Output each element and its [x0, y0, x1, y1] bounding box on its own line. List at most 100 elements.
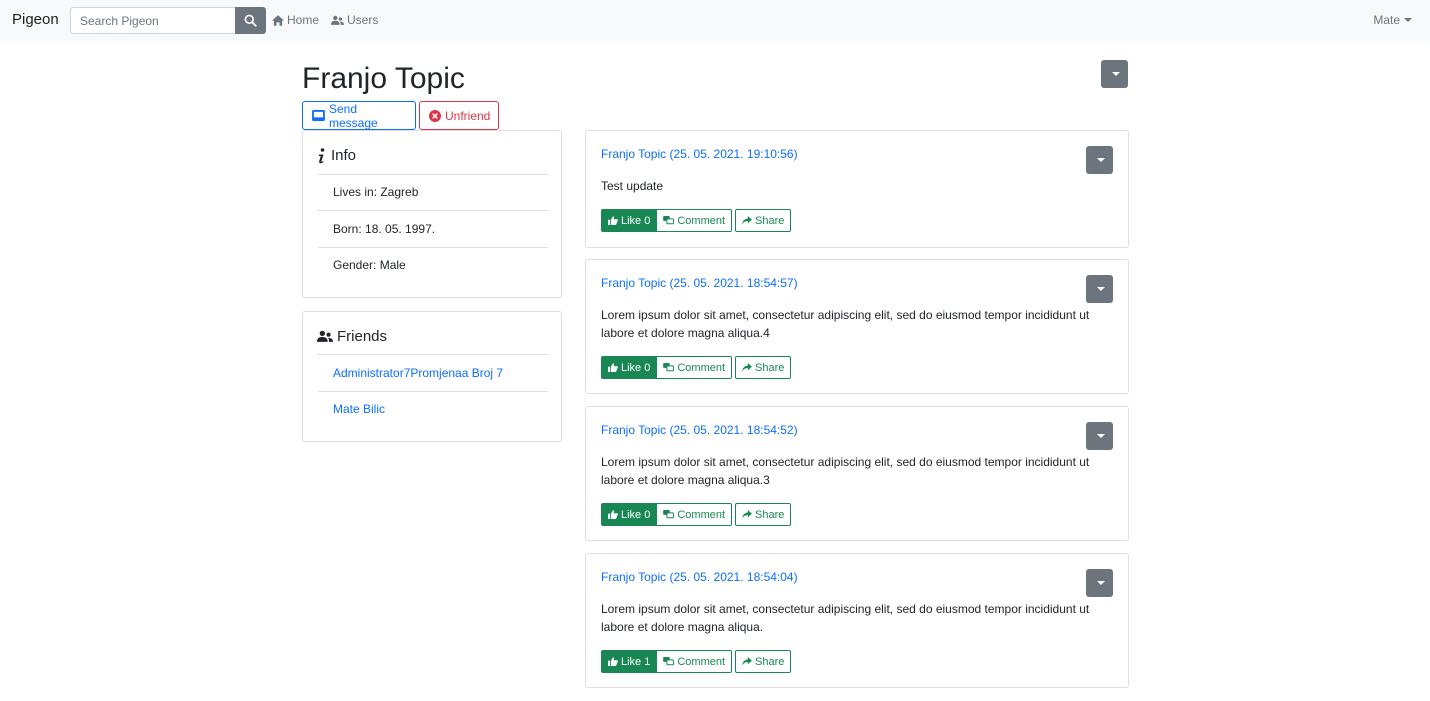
post-actions: Like 1 Comment Share	[601, 650, 792, 673]
like-label: Like 0	[621, 214, 651, 227]
caret-down-icon	[1096, 287, 1105, 291]
info-title: Info	[331, 147, 357, 164]
like-button[interactable]: Like 0	[601, 209, 658, 232]
nav-home-label: Home	[287, 13, 320, 27]
post-text: Lorem ipsum dolor sit amet, consectetur …	[601, 455, 1090, 487]
share-button[interactable]: Share	[735, 503, 792, 526]
post-author: Franjo Topic	[601, 276, 667, 290]
post-card: Franjo Topic (25. 05. 2021. 18:54:52) Lo…	[585, 406, 1129, 541]
info-lives-in: Lives in: Zagreb	[333, 185, 419, 199]
post-actions: Like 0 Comment Share	[601, 356, 792, 379]
comment-label: Comment	[677, 214, 726, 227]
post-timestamp: (25. 05. 2021. 18:54:04)	[669, 570, 798, 584]
post-options-button[interactable]	[1086, 422, 1113, 450]
info-gender: Gender: Male	[333, 258, 406, 272]
profile-options-button[interactable]	[1101, 60, 1128, 88]
share-button[interactable]: Share	[735, 650, 792, 673]
share-icon	[742, 363, 752, 372]
comment-button[interactable]: Comment	[657, 209, 733, 232]
post-author-link[interactable]: Franjo Topic (25. 05. 2021. 18:54:04)	[601, 570, 798, 584]
post-author-link[interactable]: Franjo Topic (25. 05. 2021. 19:10:56)	[601, 147, 798, 161]
friends-title: Friends	[337, 328, 388, 345]
search-button[interactable]	[235, 7, 266, 34]
envelope-icon	[312, 110, 325, 121]
unfriend-label: Unfriend	[445, 108, 491, 123]
post-card: Franjo Topic (25. 05. 2021. 19:10:56) Te…	[585, 130, 1129, 248]
divider	[318, 210, 548, 211]
thumbs-up-icon	[608, 363, 618, 372]
share-label: Share	[755, 508, 785, 521]
post-timestamp: (25. 05. 2021. 19:10:56)	[669, 147, 798, 161]
post-text: Lorem ipsum dolor sit amet, consectetur …	[601, 308, 1090, 340]
comment-button[interactable]: Comment	[657, 650, 733, 673]
thumbs-up-icon	[608, 657, 618, 666]
comment-label: Comment	[677, 655, 726, 668]
friends-card: Friends Administrator7Promjenaa Broj 7 M…	[302, 311, 562, 442]
home-icon	[272, 14, 284, 26]
post-options-button[interactable]	[1086, 569, 1113, 597]
share-button[interactable]: Share	[735, 356, 792, 379]
user-menu-label: Mate	[1373, 13, 1400, 27]
comment-button[interactable]: Comment	[657, 503, 733, 526]
friend-link[interactable]: Administrator7Promjenaa Broj 7	[333, 366, 503, 380]
comment-label: Comment	[677, 361, 726, 374]
share-icon	[742, 216, 752, 225]
users-icon	[317, 330, 333, 343]
comment-button[interactable]: Comment	[657, 356, 733, 379]
info-card: Info Lives in: Zagreb Born: 18. 05. 1997…	[302, 130, 562, 298]
comment-label: Comment	[677, 508, 726, 521]
send-message-label: Send message	[329, 101, 378, 130]
post-author: Franjo Topic	[601, 423, 667, 437]
times-circle-icon	[429, 109, 441, 122]
post-author-link[interactable]: Franjo Topic (25. 05. 2021. 18:54:52)	[601, 423, 798, 437]
post-text: Test update	[601, 179, 664, 193]
share-button[interactable]: Share	[735, 209, 792, 232]
post-author: Franjo Topic	[601, 147, 667, 161]
post-card: Franjo Topic (25. 05. 2021. 18:54:57) Lo…	[585, 259, 1129, 394]
post-text: Lorem ipsum dolor sit amet, consectetur …	[601, 602, 1090, 634]
nav-users-label: Users	[347, 13, 379, 27]
divider	[318, 247, 548, 248]
post-card: Franjo Topic (25. 05. 2021. 18:54:04) Lo…	[585, 553, 1129, 688]
divider	[318, 391, 548, 392]
thumbs-up-icon	[608, 216, 618, 225]
divider	[318, 174, 548, 175]
post-author-link[interactable]: Franjo Topic (25. 05. 2021. 18:54:57)	[601, 276, 798, 290]
post-options-button[interactable]	[1086, 275, 1113, 303]
brand-logo[interactable]: Pigeon	[12, 11, 59, 28]
nav-users[interactable]: Users	[331, 13, 378, 27]
comments-icon	[663, 363, 675, 372]
search-icon	[244, 14, 257, 27]
nav-home[interactable]: Home	[272, 13, 319, 27]
share-label: Share	[755, 361, 785, 374]
search-input[interactable]	[70, 7, 235, 34]
friend-link[interactable]: Mate Bilic	[333, 402, 385, 416]
send-message-button[interactable]: Send message	[302, 101, 416, 130]
user-menu[interactable]: Mate	[1373, 13, 1412, 27]
share-label: Share	[755, 655, 785, 668]
like-button[interactable]: Like 0	[601, 356, 658, 379]
caret-down-icon	[1096, 434, 1105, 438]
thumbs-up-icon	[608, 510, 618, 519]
like-label: Like 0	[621, 361, 651, 374]
post-actions: Like 0 Comment Share	[601, 209, 792, 232]
like-button[interactable]: Like 1	[601, 650, 658, 673]
info-icon	[317, 147, 327, 164]
share-icon	[742, 657, 752, 666]
comments-icon	[663, 216, 675, 225]
like-label: Like 0	[621, 508, 651, 521]
page-title: Franjo Topic	[302, 62, 465, 95]
post-options-button[interactable]	[1086, 146, 1113, 174]
users-icon	[331, 15, 344, 26]
caret-down-icon	[1111, 72, 1120, 76]
like-button[interactable]: Like 0	[601, 503, 658, 526]
navbar: Pigeon Home Users Mate	[0, 0, 1430, 41]
caret-down-icon	[1096, 158, 1105, 162]
post-author: Franjo Topic	[601, 570, 667, 584]
unfriend-button[interactable]: Unfriend	[419, 101, 499, 130]
share-label: Share	[755, 214, 785, 227]
post-timestamp: (25. 05. 2021. 18:54:57)	[669, 276, 798, 290]
like-label: Like 1	[621, 655, 651, 668]
comments-icon	[663, 657, 675, 666]
divider	[318, 354, 548, 355]
